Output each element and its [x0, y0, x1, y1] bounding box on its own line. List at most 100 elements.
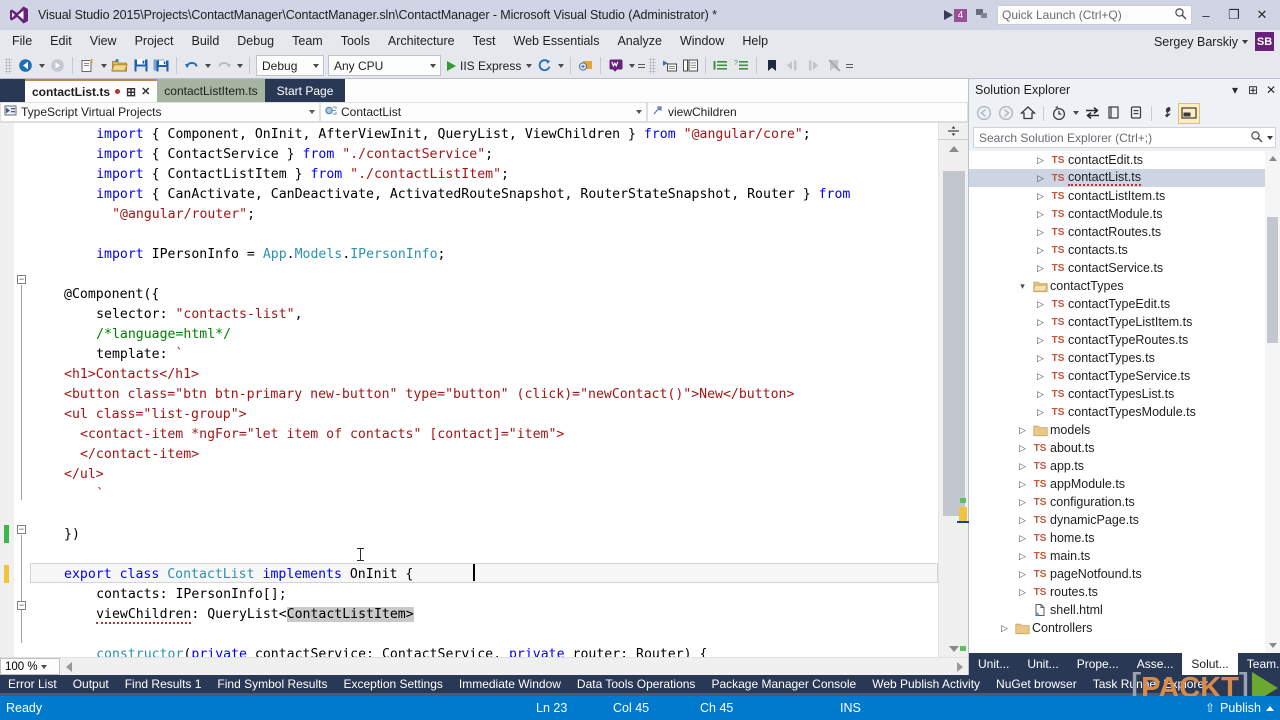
zoom-level-select[interactable]: 100 % [0, 658, 60, 675]
scroll-left-button[interactable] [60, 658, 77, 675]
tree-item-contactroutes-ts[interactable]: ▷ TS contactRoutes.ts [969, 223, 1280, 241]
collapse-constructor-icon[interactable]: − [17, 601, 26, 610]
uncomment-lines-icon[interactable]: ? [731, 55, 752, 77]
tree-item-contactservice-ts[interactable]: ▷ TS contactService.ts [969, 259, 1280, 277]
redo-dropdown[interactable] [234, 55, 245, 77]
browser-link-icon[interactable] [575, 55, 596, 77]
pending-changes-dropdown[interactable] [1070, 102, 1081, 124]
pending-changes-clock-icon[interactable] [1048, 103, 1070, 124]
menu-item-debug[interactable]: Debug [228, 30, 283, 53]
tool-window-tab-unit[interactable]: Unit... [1018, 653, 1067, 675]
panel-tab-exception-settings[interactable]: Exception Settings [335, 675, 451, 696]
chevron-right-icon[interactable]: ▷ [1033, 317, 1048, 327]
chevron-right-icon[interactable]: ▷ [1033, 299, 1048, 309]
tool-window-tab-team[interactable]: Team... [1238, 653, 1280, 675]
quick-launch-input[interactable]: Quick Launch (Ctrl+Q) [997, 5, 1192, 25]
chevron-right-icon[interactable]: ▷ [1033, 335, 1048, 345]
navbar-project-select[interactable]: TypeScript Virtual Projects [0, 102, 320, 122]
menu-item-architecture[interactable]: Architecture [379, 30, 464, 53]
scroll-up-button[interactable] [1265, 151, 1280, 166]
signed-in-user-name[interactable]: Sergey Barskiy [1154, 35, 1238, 49]
open-file-icon[interactable] [109, 55, 130, 77]
chevron-up-icon[interactable] [1266, 705, 1274, 711]
close-panel-icon[interactable]: ✕ [1262, 83, 1280, 97]
chevron-down-icon[interactable] [1242, 39, 1248, 44]
menu-item-help[interactable]: Help [733, 30, 777, 53]
chevron-right-icon[interactable]: ▷ [1033, 407, 1048, 417]
chevron-right-icon[interactable]: ▷ [1033, 191, 1048, 201]
chevron-right-icon[interactable]: ▷ [1033, 263, 1048, 273]
tree-item-contacttypesmodule-ts[interactable]: ▷ TS contactTypesModule.ts [969, 403, 1280, 421]
toolbar-grip[interactable] [5, 57, 12, 74]
solution-explorer-scrollbar[interactable] [1265, 151, 1280, 653]
chevron-right-icon[interactable]: ▷ [1033, 371, 1048, 381]
tree-item-contacttypeedit-ts[interactable]: ▷ TS contactTypeEdit.ts [969, 295, 1280, 313]
panel-menu-chevron-down-icon[interactable]: ▾ [1226, 83, 1244, 97]
scroll-up-button[interactable] [939, 140, 968, 157]
tree-item-contacts-ts[interactable]: ▷ TS contacts.ts [969, 241, 1280, 259]
editor-vertical-scrollbar[interactable] [938, 123, 1023, 657]
chevron-right-icon[interactable]: ▷ [1015, 533, 1030, 543]
tree-item-contacttypeservice-ts[interactable]: ▷ TS contactTypeService.ts [969, 367, 1280, 385]
collapse-class-icon[interactable]: − [17, 525, 26, 534]
toolbar-grip-2[interactable] [649, 57, 657, 74]
new-project-icon[interactable] [77, 55, 98, 77]
scroll-right-button[interactable] [951, 658, 968, 675]
minimize-button[interactable]: – [1192, 0, 1220, 30]
chevron-right-icon[interactable]: ▷ [1015, 497, 1030, 507]
tab-start-page[interactable]: Start Page [264, 79, 346, 102]
undo-dropdown[interactable] [202, 55, 213, 77]
preview-selected-items-icon[interactable] [1178, 102, 1200, 124]
tree-item-pagenotfound-ts[interactable]: ▷ TS pageNotfound.ts [969, 565, 1280, 583]
tab-contactlist-ts[interactable]: contactList.ts ⊞ ✕ [25, 79, 158, 102]
tree-item-about-ts[interactable]: ▷ TS about.ts [969, 439, 1280, 457]
chevron-right-icon[interactable]: ▷ [1015, 443, 1030, 453]
tree-item-dynamicpage-ts[interactable]: ▷ TS dynamicPage.ts [969, 511, 1280, 529]
menu-item-edit[interactable]: Edit [41, 30, 81, 53]
chevron-right-icon[interactable]: ▷ [1033, 209, 1048, 219]
chevron-right-icon[interactable]: ▷ [1015, 479, 1030, 489]
menu-item-build[interactable]: Build [182, 30, 228, 53]
notifications-flag-icon[interactable]: 4 [944, 8, 967, 22]
web-essentials-dropdown[interactable] [626, 55, 637, 77]
web-essentials-icon[interactable] [605, 55, 626, 77]
editor-horizontal-scrollbar[interactable] [60, 658, 968, 675]
menu-item-file[interactable]: File [0, 30, 41, 53]
start-debugging-button[interactable]: IIS Express [443, 55, 523, 77]
search-options-chevron-down-icon[interactable] [1267, 135, 1273, 140]
new-project-dropdown[interactable] [98, 55, 109, 77]
chevron-right-icon[interactable]: ▷ [1033, 155, 1048, 165]
chevron-right-icon[interactable]: ▷ [1015, 569, 1030, 579]
panel-tab-find-results-1[interactable]: Find Results 1 [116, 675, 210, 696]
tree-item-contactlist-ts[interactable]: ▷ TS contactList.ts [969, 169, 1280, 187]
save-all-icon[interactable] [151, 55, 172, 77]
close-tab-icon[interactable]: ✕ [141, 85, 150, 98]
refresh-dropdown[interactable] [555, 55, 566, 77]
tree-item-contactedit-ts[interactable]: ▷ TS contactEdit.ts [969, 151, 1280, 169]
collapse-component-icon[interactable]: − [17, 275, 26, 284]
send-feedback-icon[interactable] [975, 7, 989, 24]
navigate-backward-dropdown[interactable] [36, 55, 47, 77]
menu-item-web-essentials[interactable]: Web Essentials [505, 30, 609, 53]
scrollbar-thumb[interactable] [943, 171, 965, 516]
tool-window-tab-asse[interactable]: Asse... [1128, 653, 1183, 675]
sync-with-active-document-icon[interactable] [1081, 103, 1103, 124]
status-publish-group[interactable]: ⇧ Publish [1205, 701, 1274, 715]
tree-item-contacttypeslist-ts[interactable]: ▷ TS contactTypesList.ts [969, 385, 1280, 403]
menu-item-analyze[interactable]: Analyze [608, 30, 670, 53]
panel-tab-find-symbol-results[interactable]: Find Symbol Results [209, 675, 336, 696]
insert-snippet-icon[interactable] [659, 55, 680, 77]
chevron-down-icon[interactable]: ▾ [1015, 281, 1030, 291]
navbar-member-select[interactable]: viewChildren [647, 102, 968, 122]
chevron-right-icon[interactable]: ▷ [1033, 353, 1048, 363]
tree-item-main-ts[interactable]: ▷ TS main.ts [969, 547, 1280, 565]
menu-item-project[interactable]: Project [126, 30, 183, 53]
tree-item-models[interactable]: ▷ models [969, 421, 1280, 439]
toolbar-overflow-button-2[interactable] [845, 55, 854, 77]
tab-contactlistitem-ts[interactable]: contactListItem.ts [157, 79, 265, 102]
avatar[interactable]: SB [1255, 32, 1274, 51]
refresh-icon[interactable] [534, 55, 555, 77]
pin-tab-icon[interactable]: ⊞ [126, 85, 136, 99]
menu-item-team[interactable]: Team [283, 30, 332, 53]
menu-item-test[interactable]: Test [464, 30, 505, 53]
